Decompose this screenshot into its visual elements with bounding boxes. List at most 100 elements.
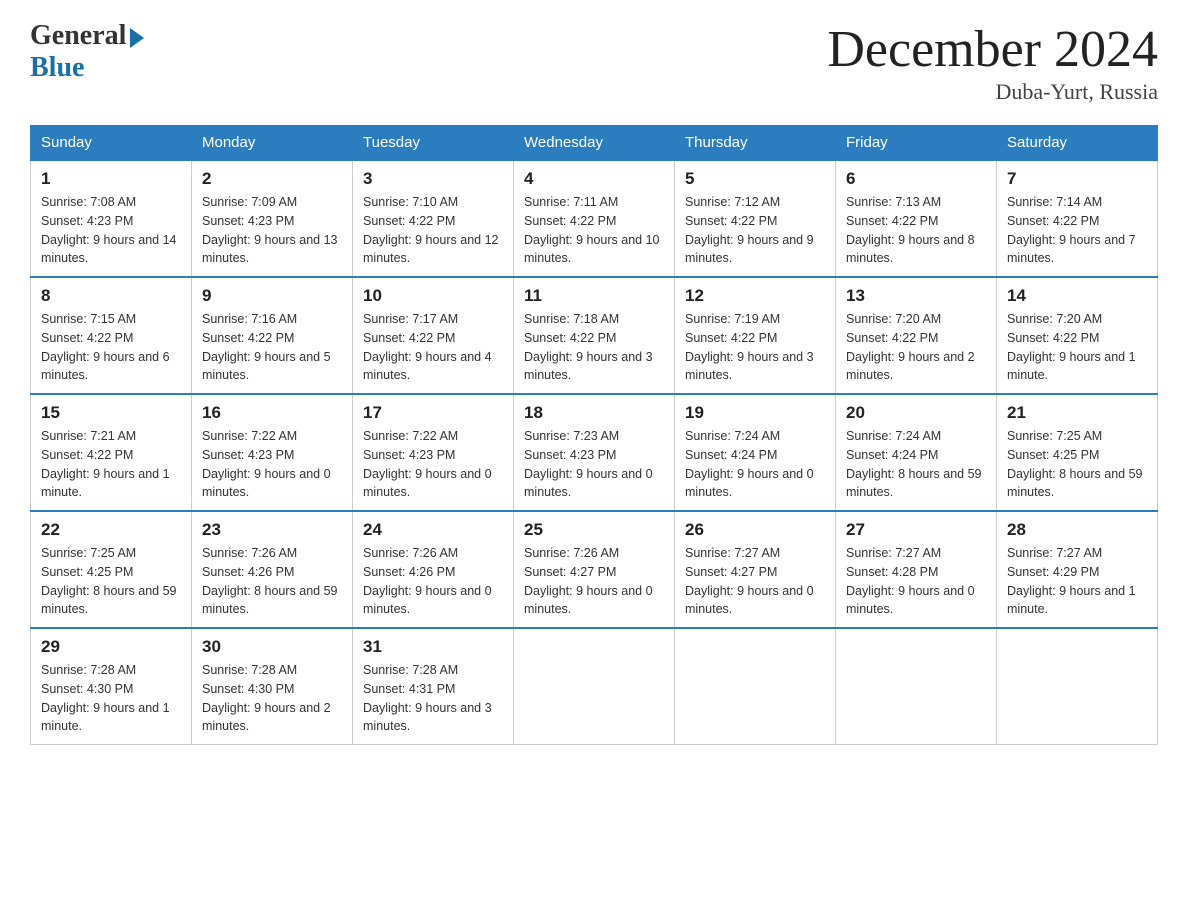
table-row: 19 Sunrise: 7:24 AM Sunset: 4:24 PM Dayl…	[675, 394, 836, 511]
day-info: Sunrise: 7:16 AM Sunset: 4:22 PM Dayligh…	[202, 310, 342, 385]
day-info: Sunrise: 7:28 AM Sunset: 4:30 PM Dayligh…	[202, 661, 342, 736]
logo: General Blue	[30, 20, 144, 84]
day-info: Sunrise: 7:21 AM Sunset: 4:22 PM Dayligh…	[41, 427, 181, 502]
day-info: Sunrise: 7:12 AM Sunset: 4:22 PM Dayligh…	[685, 193, 825, 268]
day-number: 6	[846, 169, 986, 189]
day-number: 19	[685, 403, 825, 423]
day-info: Sunrise: 7:13 AM Sunset: 4:22 PM Dayligh…	[846, 193, 986, 268]
table-row: 4 Sunrise: 7:11 AM Sunset: 4:22 PM Dayli…	[514, 160, 675, 277]
calendar-week-row: 1 Sunrise: 7:08 AM Sunset: 4:23 PM Dayli…	[31, 160, 1158, 277]
logo-general-text: General	[30, 20, 126, 52]
day-info: Sunrise: 7:25 AM Sunset: 4:25 PM Dayligh…	[41, 544, 181, 619]
day-number: 26	[685, 520, 825, 540]
table-row: 2 Sunrise: 7:09 AM Sunset: 4:23 PM Dayli…	[192, 160, 353, 277]
table-row	[514, 628, 675, 745]
calendar-week-row: 8 Sunrise: 7:15 AM Sunset: 4:22 PM Dayli…	[31, 277, 1158, 394]
table-row: 26 Sunrise: 7:27 AM Sunset: 4:27 PM Dayl…	[675, 511, 836, 628]
table-row: 15 Sunrise: 7:21 AM Sunset: 4:22 PM Dayl…	[31, 394, 192, 511]
table-row: 13 Sunrise: 7:20 AM Sunset: 4:22 PM Dayl…	[836, 277, 997, 394]
col-tuesday: Tuesday	[353, 126, 514, 161]
day-number: 16	[202, 403, 342, 423]
table-row: 12 Sunrise: 7:19 AM Sunset: 4:22 PM Dayl…	[675, 277, 836, 394]
calendar-week-row: 22 Sunrise: 7:25 AM Sunset: 4:25 PM Dayl…	[31, 511, 1158, 628]
day-number: 23	[202, 520, 342, 540]
day-info: Sunrise: 7:27 AM Sunset: 4:27 PM Dayligh…	[685, 544, 825, 619]
day-number: 29	[41, 637, 181, 657]
calendar-week-row: 29 Sunrise: 7:28 AM Sunset: 4:30 PM Dayl…	[31, 628, 1158, 745]
table-row: 1 Sunrise: 7:08 AM Sunset: 4:23 PM Dayli…	[31, 160, 192, 277]
col-wednesday: Wednesday	[514, 126, 675, 161]
table-row: 24 Sunrise: 7:26 AM Sunset: 4:26 PM Dayl…	[353, 511, 514, 628]
header-row: Sunday Monday Tuesday Wednesday Thursday…	[31, 126, 1158, 161]
day-number: 10	[363, 286, 503, 306]
calendar-table: Sunday Monday Tuesday Wednesday Thursday…	[30, 125, 1158, 745]
day-info: Sunrise: 7:28 AM Sunset: 4:31 PM Dayligh…	[363, 661, 503, 736]
table-row: 22 Sunrise: 7:25 AM Sunset: 4:25 PM Dayl…	[31, 511, 192, 628]
col-friday: Friday	[836, 126, 997, 161]
day-info: Sunrise: 7:25 AM Sunset: 4:25 PM Dayligh…	[1007, 427, 1147, 502]
logo-arrow-icon	[130, 28, 144, 48]
table-row: 6 Sunrise: 7:13 AM Sunset: 4:22 PM Dayli…	[836, 160, 997, 277]
day-info: Sunrise: 7:26 AM Sunset: 4:27 PM Dayligh…	[524, 544, 664, 619]
table-row: 21 Sunrise: 7:25 AM Sunset: 4:25 PM Dayl…	[997, 394, 1158, 511]
table-row	[836, 628, 997, 745]
day-info: Sunrise: 7:27 AM Sunset: 4:29 PM Dayligh…	[1007, 544, 1147, 619]
col-thursday: Thursday	[675, 126, 836, 161]
day-number: 31	[363, 637, 503, 657]
day-number: 2	[202, 169, 342, 189]
table-row: 8 Sunrise: 7:15 AM Sunset: 4:22 PM Dayli…	[31, 277, 192, 394]
day-info: Sunrise: 7:22 AM Sunset: 4:23 PM Dayligh…	[202, 427, 342, 502]
table-row: 20 Sunrise: 7:24 AM Sunset: 4:24 PM Dayl…	[836, 394, 997, 511]
day-number: 12	[685, 286, 825, 306]
day-number: 4	[524, 169, 664, 189]
col-monday: Monday	[192, 126, 353, 161]
day-info: Sunrise: 7:15 AM Sunset: 4:22 PM Dayligh…	[41, 310, 181, 385]
day-info: Sunrise: 7:11 AM Sunset: 4:22 PM Dayligh…	[524, 193, 664, 268]
day-info: Sunrise: 7:20 AM Sunset: 4:22 PM Dayligh…	[1007, 310, 1147, 385]
day-number: 24	[363, 520, 503, 540]
table-row: 28 Sunrise: 7:27 AM Sunset: 4:29 PM Dayl…	[997, 511, 1158, 628]
table-row: 17 Sunrise: 7:22 AM Sunset: 4:23 PM Dayl…	[353, 394, 514, 511]
day-info: Sunrise: 7:19 AM Sunset: 4:22 PM Dayligh…	[685, 310, 825, 385]
day-info: Sunrise: 7:22 AM Sunset: 4:23 PM Dayligh…	[363, 427, 503, 502]
day-info: Sunrise: 7:08 AM Sunset: 4:23 PM Dayligh…	[41, 193, 181, 268]
col-saturday: Saturday	[997, 126, 1158, 161]
calendar-header: Sunday Monday Tuesday Wednesday Thursday…	[31, 126, 1158, 161]
day-info: Sunrise: 7:24 AM Sunset: 4:24 PM Dayligh…	[685, 427, 825, 502]
table-row: 18 Sunrise: 7:23 AM Sunset: 4:23 PM Dayl…	[514, 394, 675, 511]
month-title: December 2024	[827, 20, 1158, 79]
day-info: Sunrise: 7:09 AM Sunset: 4:23 PM Dayligh…	[202, 193, 342, 268]
day-number: 14	[1007, 286, 1147, 306]
day-info: Sunrise: 7:20 AM Sunset: 4:22 PM Dayligh…	[846, 310, 986, 385]
logo-blue-text: Blue	[30, 52, 84, 84]
day-number: 7	[1007, 169, 1147, 189]
day-info: Sunrise: 7:14 AM Sunset: 4:22 PM Dayligh…	[1007, 193, 1147, 268]
day-info: Sunrise: 7:24 AM Sunset: 4:24 PM Dayligh…	[846, 427, 986, 502]
day-info: Sunrise: 7:10 AM Sunset: 4:22 PM Dayligh…	[363, 193, 503, 268]
day-number: 30	[202, 637, 342, 657]
day-number: 18	[524, 403, 664, 423]
table-row: 5 Sunrise: 7:12 AM Sunset: 4:22 PM Dayli…	[675, 160, 836, 277]
day-number: 27	[846, 520, 986, 540]
day-number: 17	[363, 403, 503, 423]
table-row: 7 Sunrise: 7:14 AM Sunset: 4:22 PM Dayli…	[997, 160, 1158, 277]
day-number: 25	[524, 520, 664, 540]
table-row	[997, 628, 1158, 745]
table-row	[675, 628, 836, 745]
day-info: Sunrise: 7:26 AM Sunset: 4:26 PM Dayligh…	[202, 544, 342, 619]
table-row: 3 Sunrise: 7:10 AM Sunset: 4:22 PM Dayli…	[353, 160, 514, 277]
day-info: Sunrise: 7:23 AM Sunset: 4:23 PM Dayligh…	[524, 427, 664, 502]
day-info: Sunrise: 7:17 AM Sunset: 4:22 PM Dayligh…	[363, 310, 503, 385]
day-info: Sunrise: 7:18 AM Sunset: 4:22 PM Dayligh…	[524, 310, 664, 385]
table-row: 14 Sunrise: 7:20 AM Sunset: 4:22 PM Dayl…	[997, 277, 1158, 394]
day-info: Sunrise: 7:28 AM Sunset: 4:30 PM Dayligh…	[41, 661, 181, 736]
day-number: 22	[41, 520, 181, 540]
table-row: 10 Sunrise: 7:17 AM Sunset: 4:22 PM Dayl…	[353, 277, 514, 394]
day-number: 28	[1007, 520, 1147, 540]
day-number: 8	[41, 286, 181, 306]
day-number: 1	[41, 169, 181, 189]
table-row: 9 Sunrise: 7:16 AM Sunset: 4:22 PM Dayli…	[192, 277, 353, 394]
day-info: Sunrise: 7:26 AM Sunset: 4:26 PM Dayligh…	[363, 544, 503, 619]
table-row: 11 Sunrise: 7:18 AM Sunset: 4:22 PM Dayl…	[514, 277, 675, 394]
day-number: 3	[363, 169, 503, 189]
